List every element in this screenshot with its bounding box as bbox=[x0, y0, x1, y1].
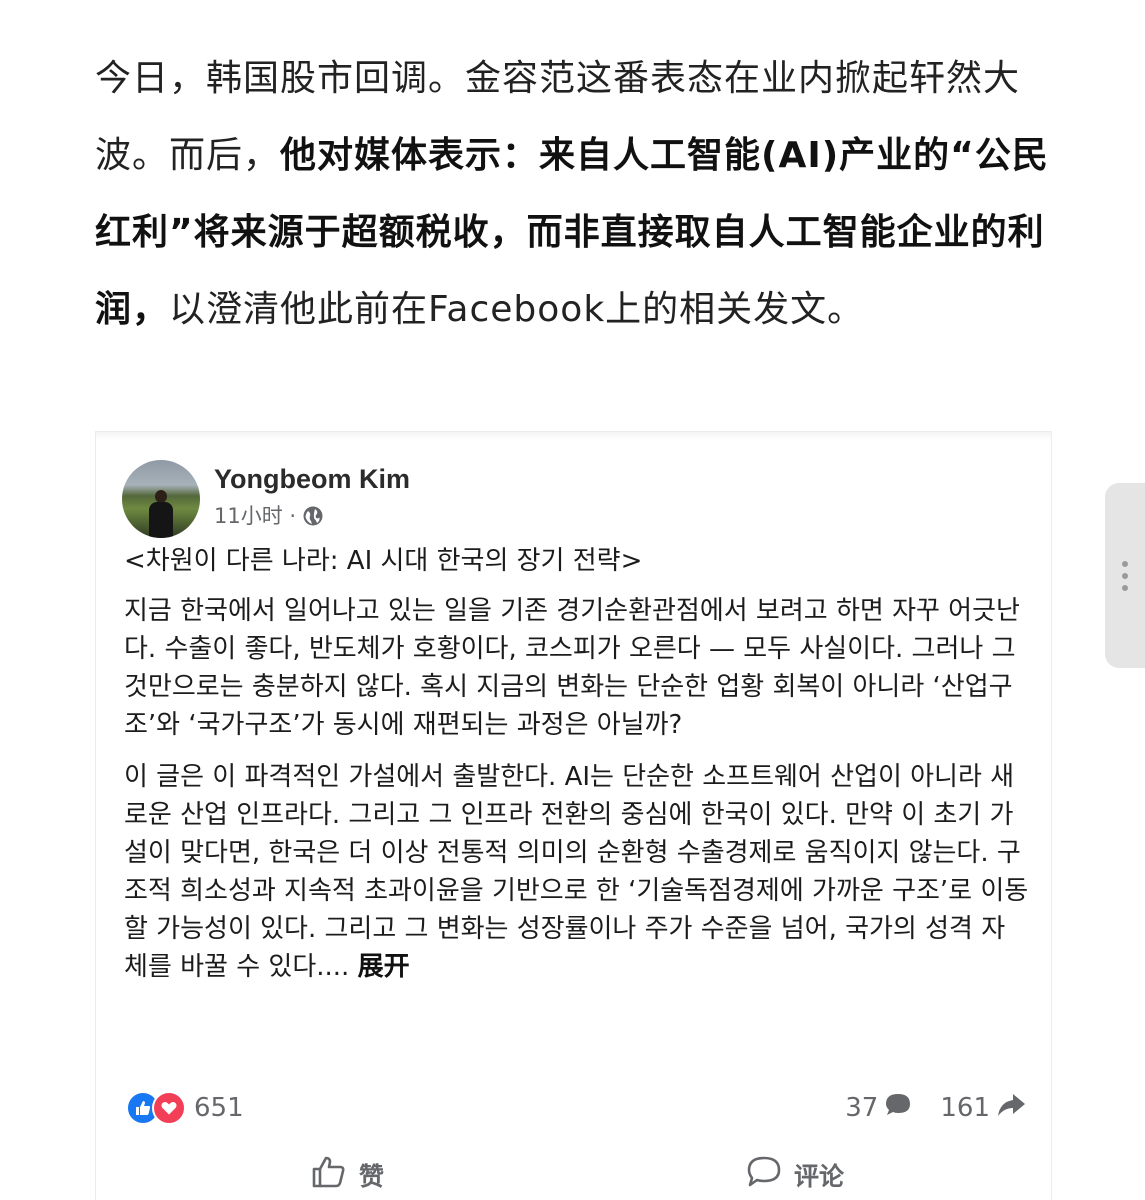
article-text: 今日，韩国股市回调。金容范这番表态在业内掀起轩然大波。而后，他对媒体表示：来自人… bbox=[95, 40, 1060, 348]
post-time[interactable]: 11小时 · bbox=[214, 500, 296, 532]
shares-stat[interactable]: 161 bbox=[940, 1092, 1026, 1125]
reaction-summary[interactable]: 651 bbox=[126, 1091, 244, 1125]
handle-dot bbox=[1122, 560, 1128, 567]
post-paragraph-1: 지금 한국에서 일어나고 있는 일을 기존 경기순환관점에서 보려고 하면 자꾸… bbox=[124, 596, 1020, 740]
post-paragraph-2: 이 글은 이 파격적인 가설에서 출발한다. AI는 단순한 소프트웨어 산업이… bbox=[124, 758, 1029, 986]
share-icon bbox=[996, 1092, 1026, 1125]
reactions-count: 651 bbox=[194, 1093, 244, 1123]
like-button[interactable]: 赞 bbox=[311, 1155, 384, 1195]
shares-count: 161 bbox=[940, 1093, 990, 1123]
post-body: <차원이 다른 나라: AI 시대 한국의 장기 전략> 지금 한국에서 일어나… bbox=[124, 542, 1029, 1000]
post-meta: Yongbeom Kim 11小时 · bbox=[214, 460, 410, 538]
author-name[interactable]: Yongbeom Kim bbox=[214, 460, 410, 498]
post-paragraph-2-text: 이 글은 이 파격적인 가설에서 출발한다. AI는 단순한 소프트웨어 산업이… bbox=[124, 762, 1029, 982]
expand-link[interactable]: 展开 bbox=[358, 952, 410, 982]
comments-count: 37 bbox=[845, 1093, 879, 1123]
comment-button[interactable]: 评论 bbox=[746, 1155, 844, 1195]
reactions-row: 651 37 161 bbox=[126, 1091, 1026, 1125]
comment-icon bbox=[884, 1092, 912, 1125]
page: 今日，韩国股市回调。金容范这番表态在业内掀起轩然大波。而后，他对媒体表示：来自人… bbox=[0, 0, 1145, 1200]
comment-bubble-icon bbox=[746, 1155, 782, 1195]
facebook-post-card: Yongbeom Kim 11小时 · <차원이 다른 나라: AI 시대 한국… bbox=[95, 431, 1052, 1200]
post-time-row: 11小时 · bbox=[214, 500, 410, 532]
engagement-stats: 37 161 bbox=[845, 1092, 1026, 1125]
thumbs-up-icon bbox=[311, 1155, 347, 1195]
side-scroll-handle[interactable] bbox=[1105, 483, 1145, 668]
post-header: Yongbeom Kim 11小时 · bbox=[122, 460, 410, 538]
love-reaction-icon bbox=[152, 1091, 186, 1125]
like-label: 赞 bbox=[359, 1162, 385, 1191]
globe-icon bbox=[302, 505, 324, 527]
handle-dot bbox=[1122, 584, 1128, 591]
avatar[interactable] bbox=[122, 460, 200, 538]
action-row: 赞 评论 bbox=[96, 1150, 1053, 1200]
reaction-icons bbox=[126, 1091, 186, 1125]
handle-dot bbox=[1122, 572, 1128, 579]
post-title: <차원이 다른 나라: AI 시대 한국의 장기 전략> bbox=[124, 546, 643, 576]
article-text-end: 以澄清他此前在Facebook上的相关发文。 bbox=[169, 289, 865, 330]
avatar-person bbox=[149, 490, 173, 538]
comment-label: 评论 bbox=[794, 1162, 845, 1191]
comments-stat[interactable]: 37 bbox=[845, 1092, 912, 1125]
